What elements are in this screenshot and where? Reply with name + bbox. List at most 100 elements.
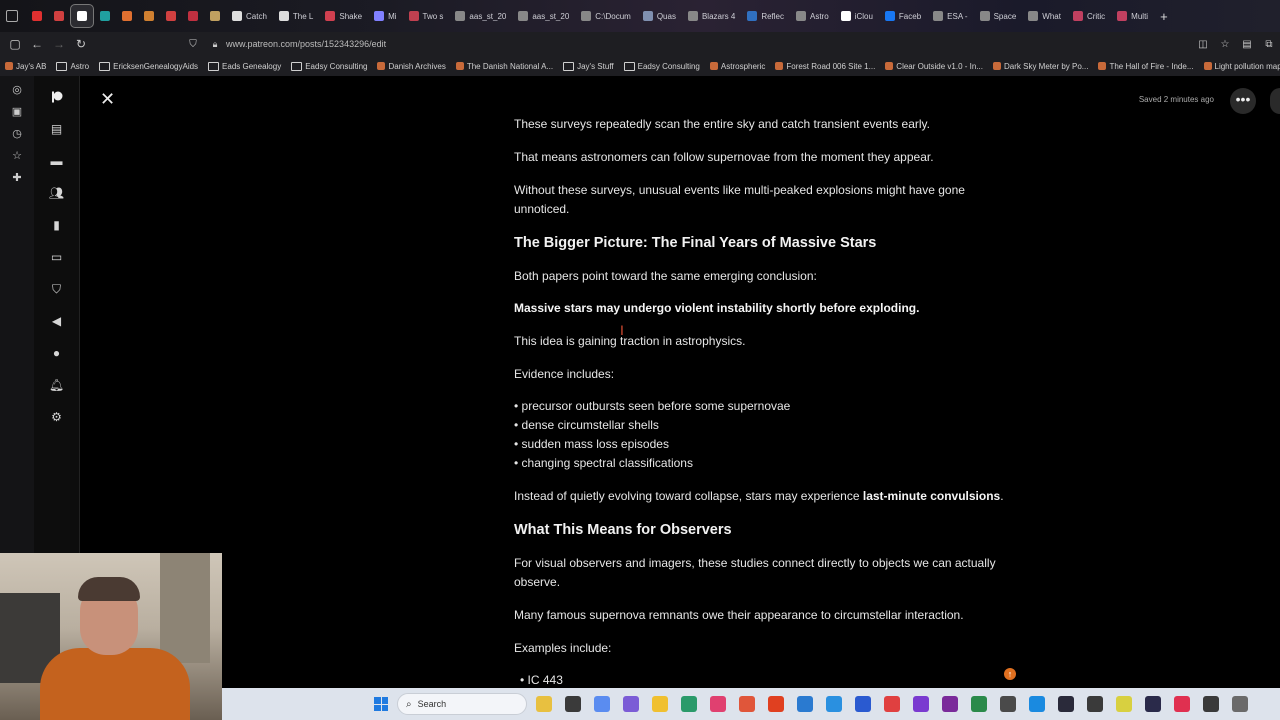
bookmark-item[interactable]: Astro bbox=[51, 61, 94, 71]
bookmark-item[interactable]: Clear Outside v1.0 - In... bbox=[880, 62, 988, 71]
notifications-bell-icon[interactable]: 🔔︎ bbox=[48, 376, 66, 394]
bookmark-item[interactable]: Dark Sky Meter by Po... bbox=[988, 62, 1093, 71]
browser-tab[interactable]: C:\Docum bbox=[575, 5, 637, 27]
taskbar-app-icon[interactable] bbox=[1203, 696, 1219, 712]
taskbar-app-icon[interactable] bbox=[594, 696, 610, 712]
bookmark-item[interactable]: The Danish National A... bbox=[451, 62, 558, 71]
new-tab-button[interactable]: + bbox=[1154, 5, 1174, 27]
bookmark-item[interactable]: EricksenGenealogyAids bbox=[94, 61, 203, 71]
browser-tab[interactable] bbox=[70, 4, 94, 28]
back-button[interactable]: ← bbox=[26, 37, 48, 51]
bookmark-item[interactable]: Danish Archives bbox=[372, 62, 450, 71]
taskbar-app-icon[interactable] bbox=[826, 696, 842, 712]
browser-tab[interactable]: Astro bbox=[790, 5, 835, 27]
more-options-button[interactable]: ••• bbox=[1230, 88, 1256, 114]
browser-tab[interactable]: Space bbox=[974, 5, 1023, 27]
security-shield-icon[interactable]: ⛉ bbox=[48, 280, 66, 298]
close-editor-icon[interactable]: ✕ bbox=[100, 90, 115, 108]
taskbar-app-icon[interactable] bbox=[797, 696, 813, 712]
bookmark-item[interactable]: Jay's AB bbox=[0, 62, 51, 71]
browser-tab[interactable]: aas_st_20 bbox=[512, 5, 575, 27]
settings-gear-icon[interactable]: ⚙ bbox=[48, 408, 66, 426]
start-button-icon[interactable] bbox=[374, 697, 388, 711]
tracking-shield-icon[interactable]: ⛉ bbox=[182, 39, 204, 50]
taskbar-app-icon[interactable] bbox=[1087, 696, 1103, 712]
browser-tab[interactable]: Blazars 4 bbox=[682, 5, 741, 27]
browser-tab[interactable]: The L bbox=[273, 5, 319, 27]
browser-tab[interactable]: aas_st_20 bbox=[449, 5, 512, 27]
url-field[interactable]: www.patreon.com/posts/152343296/edit bbox=[226, 39, 386, 49]
taskbar-app-icon[interactable] bbox=[739, 696, 755, 712]
browser-tab[interactable]: Catch bbox=[226, 5, 273, 27]
browser-tab[interactable] bbox=[160, 5, 182, 27]
browser-tab[interactable]: Mi bbox=[368, 5, 402, 27]
favorites-icon[interactable]: ☆ bbox=[1214, 39, 1236, 50]
taskbar-app-icon[interactable] bbox=[1116, 696, 1132, 712]
post-body[interactable]: These surveys repeatedly scan the entire… bbox=[514, 115, 1014, 688]
taskbar-app-icon[interactable] bbox=[855, 696, 871, 712]
browser-tab[interactable] bbox=[48, 5, 70, 27]
library-icon[interactable]: ▬ bbox=[48, 152, 66, 170]
collections-icon[interactable]: ▤ bbox=[1236, 39, 1258, 50]
audience-icon[interactable]: 👥︎ bbox=[48, 184, 66, 202]
taskbar-app-icon[interactable] bbox=[1145, 696, 1161, 712]
bookmark-item[interactable]: Eadsy Consulting bbox=[286, 61, 372, 71]
taskbar-app-icon[interactable] bbox=[681, 696, 697, 712]
browser-tab[interactable]: Multi bbox=[1111, 5, 1154, 27]
bookmark-item[interactable]: Jay's Stuff bbox=[558, 61, 619, 71]
taskbar-app-icon[interactable] bbox=[710, 696, 726, 712]
taskbar-app-icon[interactable] bbox=[1174, 696, 1190, 712]
taskbar-app-icon[interactable] bbox=[623, 696, 639, 712]
taskbar-app-icon[interactable] bbox=[1000, 696, 1016, 712]
bookmark-item[interactable]: Forest Road 006 Site 1... bbox=[770, 62, 880, 71]
taskbar-app-icon[interactable] bbox=[1029, 696, 1045, 712]
taskbar-app-icon[interactable] bbox=[913, 696, 929, 712]
copilot-icon[interactable]: ◎ bbox=[11, 84, 23, 96]
browser-tab[interactable] bbox=[94, 5, 116, 27]
bookmark-item[interactable]: Eads Genealogy bbox=[203, 61, 286, 71]
bookmark-item[interactable]: Light pollution map bbox=[1199, 62, 1280, 71]
browser-tab[interactable] bbox=[138, 5, 160, 27]
browser-tab[interactable]: Two s bbox=[403, 5, 450, 27]
favorites-icon[interactable]: ☆ bbox=[11, 150, 23, 162]
extensions-icon[interactable]: ✚ bbox=[11, 172, 23, 184]
browser-tab[interactable]: Shake bbox=[319, 5, 368, 27]
browser-tab[interactable]: ESA - bbox=[927, 5, 973, 27]
upload-indicator-icon[interactable]: ↑ bbox=[1004, 668, 1016, 680]
bookmark-item[interactable]: Astrospheric bbox=[705, 62, 770, 71]
taskbar-app-icon[interactable] bbox=[971, 696, 987, 712]
home-icon[interactable]: ▤ bbox=[48, 120, 66, 138]
browser-tab[interactable]: Critic bbox=[1067, 5, 1111, 27]
tabs-icon[interactable]: ▣ bbox=[11, 106, 23, 118]
taskbar-search[interactable]: ⌕ Search bbox=[397, 693, 527, 715]
browser-tab[interactable] bbox=[182, 5, 204, 27]
bookmark-item[interactable]: The Hall of Fire - Inde... bbox=[1093, 62, 1198, 71]
split-screen-icon[interactable]: ◫ bbox=[1192, 39, 1214, 50]
history-icon[interactable]: ◷ bbox=[11, 128, 23, 140]
promotions-megaphone-icon[interactable]: ◀ bbox=[48, 312, 66, 330]
tab-actions-icon[interactable] bbox=[0, 5, 26, 27]
taskbar-app-icon[interactable] bbox=[1232, 696, 1248, 712]
taskbar-app-icon[interactable] bbox=[565, 696, 581, 712]
community-icon[interactable]: ● bbox=[48, 344, 66, 362]
browser-tab[interactable]: iClou bbox=[835, 5, 879, 27]
forward-button[interactable]: → bbox=[48, 37, 70, 51]
extensions-icon[interactable]: ⧉ bbox=[1258, 39, 1280, 50]
bookmark-item[interactable]: Eadsy Consulting bbox=[619, 61, 705, 71]
patreon-logo-icon[interactable] bbox=[48, 88, 66, 106]
browser-tab[interactable] bbox=[26, 5, 48, 27]
taskbar-app-icon[interactable] bbox=[652, 696, 668, 712]
browser-tab[interactable] bbox=[116, 5, 138, 27]
refresh-button[interactable]: ↻ bbox=[70, 37, 92, 51]
taskbar-app-icon[interactable] bbox=[884, 696, 900, 712]
browser-tab[interactable] bbox=[204, 5, 226, 27]
browser-tab[interactable]: Reflec bbox=[741, 5, 790, 27]
browser-tab[interactable]: Quas bbox=[637, 5, 682, 27]
insights-icon[interactable]: ▮ bbox=[48, 216, 66, 234]
side-panel-button[interactable] bbox=[1270, 88, 1280, 114]
browser-tab[interactable]: Faceb bbox=[879, 5, 927, 27]
taskbar-app-icon[interactable] bbox=[1058, 696, 1074, 712]
sidebar-toggle-icon[interactable]: ▢ bbox=[4, 37, 26, 51]
payouts-icon[interactable]: ▭ bbox=[48, 248, 66, 266]
taskbar-app-icon[interactable] bbox=[536, 696, 552, 712]
